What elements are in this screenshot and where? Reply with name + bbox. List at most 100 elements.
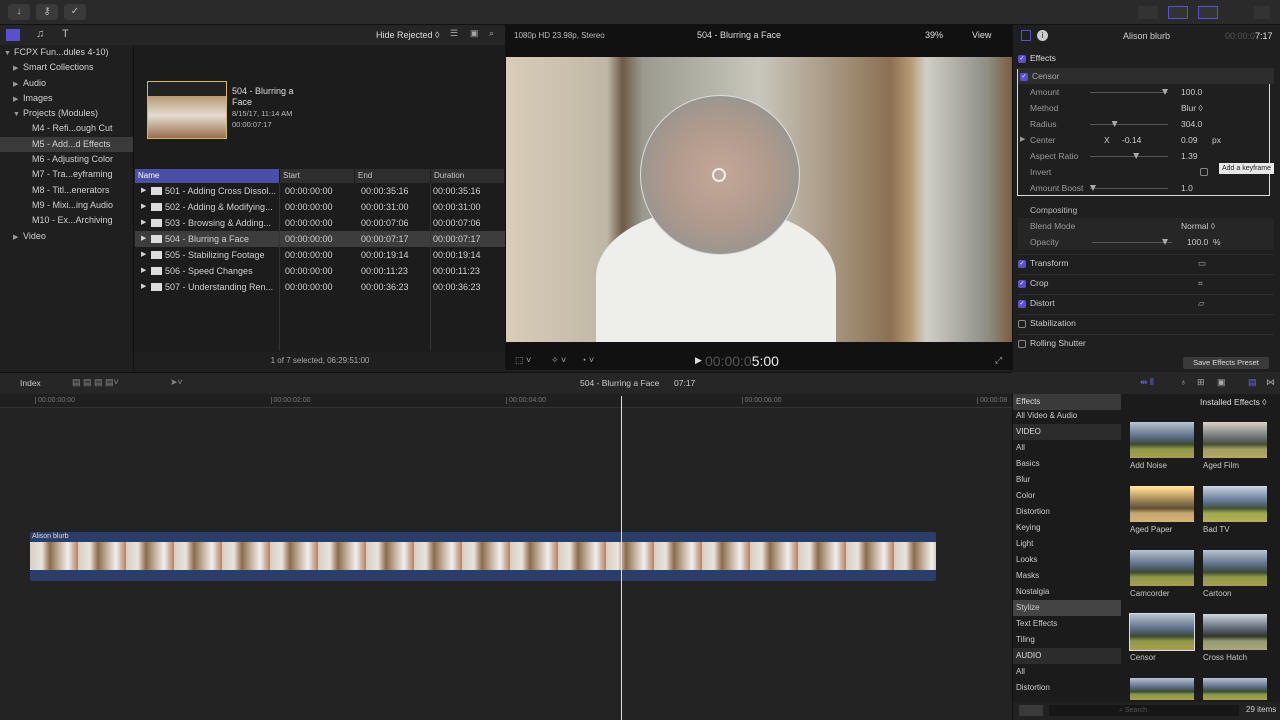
effects-category[interactable]: VIDEO [1013,424,1121,440]
effects-category[interactable]: Text Effects [1013,616,1121,632]
zoom-dropdown[interactable]: 39% [925,30,943,40]
param-slider[interactable] [1090,89,1168,95]
search-icon[interactable]: ⌕ [489,28,494,39]
select-tool-icon[interactable]: ➤˅ [170,377,183,388]
retime-icon[interactable]: ◔ ˅ [581,355,594,365]
effects-category[interactable]: Keying [1013,520,1121,536]
param-value[interactable]: 1.0 [1181,180,1193,196]
inspector-section[interactable]: Rolling Shutter [1018,334,1274,350]
libraries-icon[interactable] [6,29,20,41]
transitions-icon[interactable]: ▤ [1248,377,1257,388]
sidebar-item[interactable]: ▼ Projects (Modules) [0,106,133,121]
slider-knob[interactable] [1111,121,1118,127]
column-end[interactable]: End [355,169,431,183]
video-inspector-icon[interactable] [1021,30,1031,41]
checkbox-icon[interactable] [1018,339,1026,348]
effects-category[interactable]: Looks [1013,552,1121,568]
sidebar-item[interactable]: M9 - Mixi...ing Audio [0,198,133,213]
transform-icon[interactable]: ▭ [1198,255,1206,271]
invert-checkbox[interactable] [1200,168,1208,176]
effect-thumbnail[interactable] [1130,550,1194,586]
disclosure-triangle-icon[interactable]: ▶ [141,279,146,295]
effect-thumbnail[interactable] [1130,486,1194,522]
table-row[interactable]: 507 - Understanding Ren... 00:00:00:00 00:… [135,279,505,295]
effects-category[interactable]: All Video & Audio [1013,408,1121,424]
sidebar-item[interactable]: ▶ Audio [0,76,133,91]
playhead[interactable] [620,396,622,720]
table-row[interactable]: 504 - Blurring a Face 00:00:00:00 00:00:07… [135,231,505,247]
fullscreen-icon[interactable]: ⤢ [995,355,1002,366]
disclosure-triangle-icon[interactable]: ▼ [4,46,14,61]
sidebar-toggle-icon[interactable] [1019,705,1043,716]
effect-thumbnail[interactable] [1130,678,1194,700]
filmstrip-icon[interactable]: ▣ [470,28,479,39]
inspector-section[interactable]: ✓ Crop ⌗ [1018,274,1274,290]
edit-buttons-icon[interactable]: ▤ ▤ ▤ ▤˅ [72,377,119,388]
sidebar-item[interactable]: ▶ Smart Collections [0,60,133,75]
column-start[interactable]: Start [280,169,355,183]
param-slider[interactable] [1090,185,1168,191]
effect-thumbnail[interactable] [1130,422,1194,458]
disclosure-triangle-icon[interactable]: ▶ [141,199,146,215]
share-button[interactable] [1254,6,1270,19]
disclosure-triangle-icon[interactable]: ▶ [141,183,146,199]
table-row[interactable]: 503 - Browsing & Adding... 00:00:00:00 00:… [135,215,505,231]
sidebar-item[interactable]: ▶ Images [0,91,133,106]
sidebar-item[interactable]: M6 - Adjusting Color [0,152,133,167]
censor-center-handle[interactable] [712,168,726,182]
sidebar-item[interactable]: M5 - Add...d Effects [0,136,133,153]
disclosure-triangle-icon[interactable]: ▶ [13,92,23,107]
transform-tool-icon[interactable]: ⬚ ˅ [515,355,531,366]
sidebar-item[interactable]: M7 - Tra...eyframing [0,167,133,182]
slider-knob[interactable] [1133,153,1140,159]
timeline-ruler[interactable]: 00:00:00:00 00:00:02:00 00:00:04:00 00:00:0… [0,394,1012,408]
effects-category[interactable]: Blur [1013,472,1121,488]
disclosure-triangle-icon[interactable]: ▶ [141,263,146,279]
titles-generators-icon[interactable]: T [62,28,69,40]
effect-thumbnail[interactable] [1203,422,1267,458]
effect-thumbnail[interactable] [1203,486,1267,522]
timeline-index-button[interactable]: Index [20,378,41,388]
installed-effects-dropdown[interactable]: Installed Effects ◊ [1200,397,1266,407]
censor-effect-header[interactable]: ✓ Censor [1018,68,1274,84]
close-icon[interactable]: ⋈ [1266,377,1275,388]
layout-timeline-button[interactable] [1168,6,1188,19]
param-value[interactable]: 1.39 [1181,148,1198,164]
table-row[interactable]: 506 - Speed Changes 00:00:00:00 00:00:11:2… [135,263,505,279]
disclosure-triangle-icon[interactable]: ▶ [13,230,23,245]
param-value[interactable]: 100.0 [1181,84,1202,100]
effects-category[interactable]: All [1013,440,1121,456]
background-tasks-button[interactable]: ✓ [64,4,86,20]
column-name[interactable]: Name [135,169,280,183]
table-row[interactable]: 505 - Stabilizing Footage 00:00:00:00 00:0… [135,247,505,263]
opacity-slider[interactable] [1092,239,1172,245]
inspector-section[interactable]: ✓ Transform ▭ [1018,254,1274,270]
param-value[interactable]: Blur ◊ [1181,100,1203,116]
inspector-section[interactable]: Stabilization [1018,314,1274,330]
effects-section[interactable]: ✓ Effects [1018,50,1274,66]
disclosure-triangle-icon[interactable]: ▶ [141,247,146,263]
effects-category[interactable]: Distortion [1013,680,1121,696]
enhance-icon[interactable]: ✧ ˅ [551,355,566,366]
effects-category[interactable]: Nostalgia [1013,584,1121,600]
clip-appearance-icon[interactable]: ⊞ [1197,377,1205,388]
param-slider[interactable] [1090,153,1168,159]
sidebar-item[interactable]: ▼ FCPX Fun...dules 4-10) [0,45,133,60]
headphones-icon[interactable]: ♁ [1180,377,1187,387]
effect-thumbnail[interactable] [1203,614,1267,650]
sidebar-item[interactable]: ▶ Video [0,229,133,244]
sidebar-item[interactable]: M4 - Refi...ough Cut [0,121,133,136]
table-row[interactable]: 502 - Adding & Modifying... 00:00:00:00 00… [135,199,505,215]
photos-audio-icon[interactable]: ♫ [36,28,44,40]
effect-thumbnail[interactable] [1203,678,1267,700]
param-slider[interactable] [1090,121,1168,127]
disclosure-triangle-icon[interactable]: ▶ [13,77,23,92]
effects-category[interactable]: Masks [1013,568,1121,584]
checkbox-icon[interactable]: ✓ [1018,259,1026,268]
layout-browser-button[interactable] [1138,6,1158,19]
crop-icon[interactable]: ⌗ [1198,275,1203,291]
effects-browser-icon[interactable]: ▣ [1217,377,1226,388]
filter-dropdown[interactable]: Hide Rejected ◊ [376,30,439,40]
effects-category[interactable]: AUDIO [1013,648,1121,664]
view-dropdown[interactable]: View [972,30,991,40]
